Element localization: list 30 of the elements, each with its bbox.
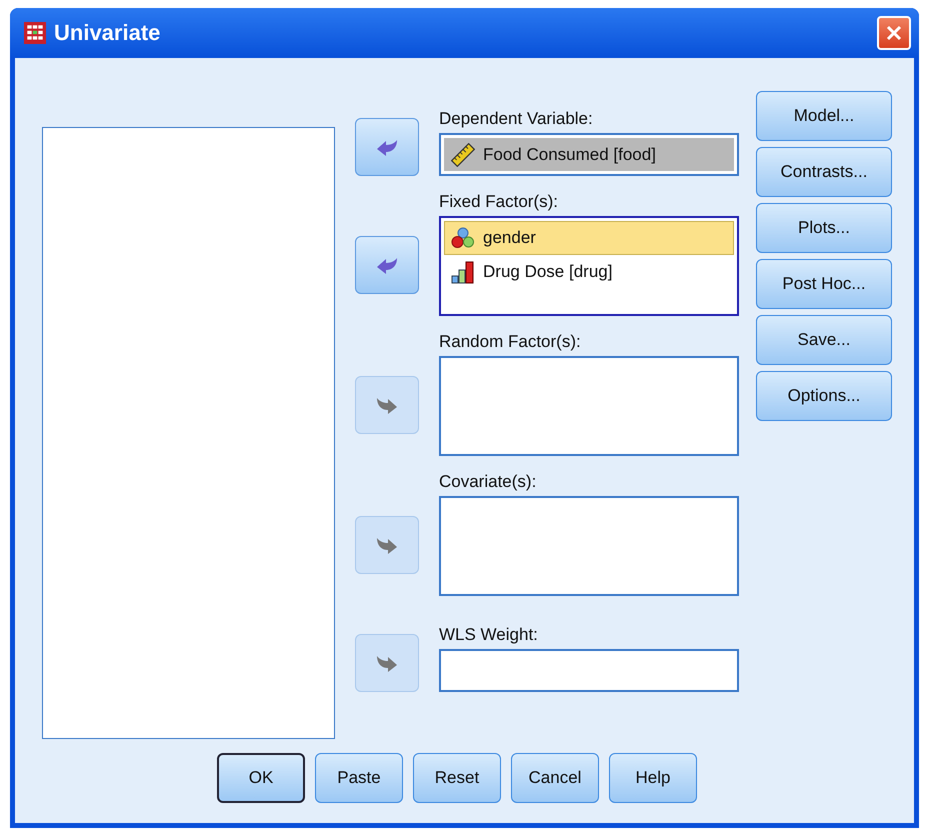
dialog-button[interactable]: Plots... — [756, 203, 892, 253]
list-item[interactable]: gender — [444, 221, 734, 255]
field-label: WLS Weight: — [439, 625, 539, 645]
target-list[interactable] — [439, 649, 739, 692]
grid-icon — [24, 22, 46, 44]
dialog-button[interactable]: Save... — [756, 315, 892, 365]
move-button[interactable] — [355, 118, 419, 176]
move-button[interactable] — [355, 236, 419, 294]
dialog-button[interactable]: Reset — [413, 753, 501, 803]
dialog-button[interactable]: Paste — [315, 753, 403, 803]
dialog-button[interactable]: Contrasts... — [756, 147, 892, 197]
dialog-button[interactable]: Help — [609, 753, 697, 803]
target-list[interactable] — [439, 356, 739, 456]
target-list[interactable] — [439, 496, 739, 596]
field-label: Fixed Factor(s): — [439, 192, 560, 212]
field-label: Random Factor(s): — [439, 332, 582, 352]
list-item[interactable]: Drug Dose [drug] — [444, 255, 734, 289]
close-button[interactable] — [877, 16, 911, 50]
dialog-button[interactable]: Post Hoc... — [756, 259, 892, 309]
close-icon — [884, 23, 904, 43]
bar-chart-icon — [451, 260, 475, 284]
dialog-button[interactable]: Model... — [756, 91, 892, 141]
field-label: Dependent Variable: — [439, 109, 594, 129]
target-list[interactable]: gender Drug Dose [drug] — [439, 216, 739, 316]
dialog-button[interactable]: OK — [217, 753, 305, 803]
window-title: Univariate — [54, 20, 162, 46]
balls-icon — [451, 226, 475, 250]
dialog-button[interactable]: Cancel — [511, 753, 599, 803]
dialog-button[interactable]: Options... — [756, 371, 892, 421]
field-label: Covariate(s): — [439, 472, 538, 492]
